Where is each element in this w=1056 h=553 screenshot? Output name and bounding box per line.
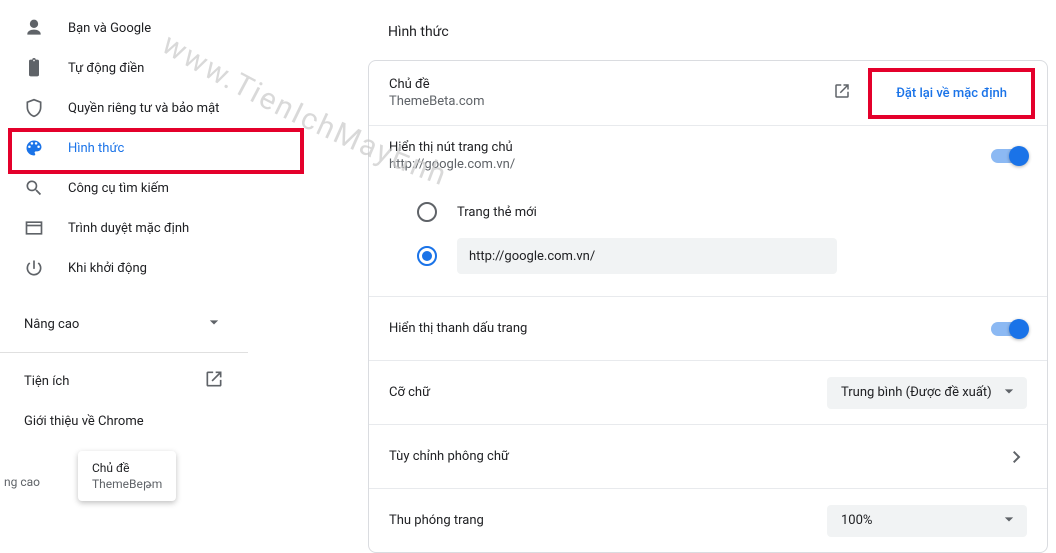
clipboard-icon (24, 58, 44, 78)
chevron-down-icon (999, 509, 1019, 533)
row-theme: Chủ đề ThemeBeta.com Đặt lại về mặc định (369, 61, 1047, 125)
home-button-sub: http://google.com.vn/ (389, 157, 991, 172)
theme-value: ThemeBeta.com (389, 94, 824, 109)
font-size-select[interactable]: Trung bình (Được đề xuất) (827, 377, 1027, 409)
home-button-radio-newtab[interactable] (417, 202, 437, 222)
divider (0, 352, 248, 353)
floating-card-title: Chủ đề (92, 461, 162, 475)
row-home-button: Hiển thị nút trang chủ http://google.com… (369, 125, 1047, 296)
font-size-value: Trung bình (Được đề xuất) (841, 385, 992, 400)
page-zoom-value: 100% (841, 513, 872, 528)
sidebar-item-extensions[interactable]: Tiện ích (0, 361, 248, 401)
home-button-radio-url[interactable] (417, 246, 437, 266)
sidebar-item-privacy[interactable]: Quyền riêng tư và bảo mật (0, 88, 248, 128)
search-icon (24, 178, 44, 198)
home-button-url-input[interactable] (457, 238, 837, 274)
font-size-label: Cỡ chữ (389, 385, 827, 400)
sidebar-item-label: Trình duyệt mặc định (68, 221, 189, 236)
shield-icon (24, 98, 44, 118)
home-button-label: Hiển thị nút trang chủ (389, 140, 991, 155)
settings-main: Hình thức Chủ đề ThemeBeta.com Đặt lại v… (248, 0, 1056, 511)
section-title: Hình thức (368, 24, 1048, 40)
settings-sidebar: Bạn và Google Tự động điền Quyền riêng t… (0, 0, 248, 511)
chevron-down-icon (204, 312, 224, 336)
row-page-zoom: Thu phóng trang 100% (369, 488, 1047, 552)
row-customize-fonts[interactable]: Tùy chỉnh phông chữ (369, 424, 1047, 488)
chevron-down-icon (999, 381, 1019, 405)
person-icon (24, 18, 44, 38)
newtab-option-label: Trang thẻ mới (457, 205, 537, 220)
open-in-new-icon (204, 369, 224, 393)
sidebar-item-autofill[interactable]: Tự động điền (0, 48, 248, 88)
palette-icon (24, 138, 44, 158)
extensions-label: Tiện ích (24, 374, 69, 389)
power-icon (24, 258, 44, 278)
sidebar-item-label: Hình thức (68, 141, 124, 156)
sidebar-item-appearance[interactable]: Hình thức (0, 128, 248, 168)
sidebar-item-on-startup[interactable]: Khi khởi động (0, 248, 248, 288)
sidebar-item-label: Tự động điền (68, 61, 144, 76)
home-button-toggle[interactable] (991, 146, 1027, 166)
about-label: Giới thiệu về Chrome (24, 414, 144, 429)
page-zoom-select[interactable]: 100% (827, 505, 1027, 537)
row-bookmarks-bar: Hiển thị thanh dấu trang (369, 296, 1047, 360)
page-zoom-label: Thu phóng trang (389, 513, 827, 528)
theme-label: Chủ đề (389, 77, 824, 92)
clipped-text: ng cao (0, 475, 40, 489)
bookmarks-bar-label: Hiển thị thanh dấu trang (389, 321, 991, 336)
sidebar-item-advanced[interactable]: Nâng cao (0, 304, 248, 344)
sidebar-item-default-browser[interactable]: Trình duyệt mặc định (0, 208, 248, 248)
floating-card-sub: ThemeBeթm (92, 477, 162, 491)
floating-theme-tooltip: Chủ đề ThemeBeթm (78, 451, 176, 501)
sidebar-item-search-engine[interactable]: Công cụ tìm kiếm (0, 168, 248, 208)
row-font-size: Cỡ chữ Trung bình (Được đề xuất) (369, 360, 1047, 424)
sidebar-item-label: Quyền riêng tư và bảo mật (68, 101, 219, 116)
customize-fonts-label: Tùy chỉnh phông chữ (389, 449, 1007, 464)
bookmarks-bar-toggle[interactable] (991, 319, 1027, 339)
sidebar-item-label: Bạn và Google (68, 21, 151, 36)
open-in-new-icon (833, 82, 851, 104)
chevron-right-icon (1007, 447, 1027, 467)
sidebar-item-you-and-google[interactable]: Bạn và Google (0, 8, 248, 48)
open-theme-store-button[interactable] (824, 75, 860, 111)
sidebar-item-about[interactable]: Giới thiệu về Chrome (0, 401, 248, 441)
browser-icon (24, 218, 44, 238)
sidebar-item-label: Khi khởi động (68, 261, 147, 276)
appearance-card: Chủ đề ThemeBeta.com Đặt lại về mặc định… (368, 60, 1048, 553)
advanced-label: Nâng cao (24, 317, 79, 332)
reset-to-default-button[interactable]: Đặt lại về mặc định (876, 78, 1027, 109)
sidebar-item-label: Công cụ tìm kiếm (68, 181, 169, 196)
